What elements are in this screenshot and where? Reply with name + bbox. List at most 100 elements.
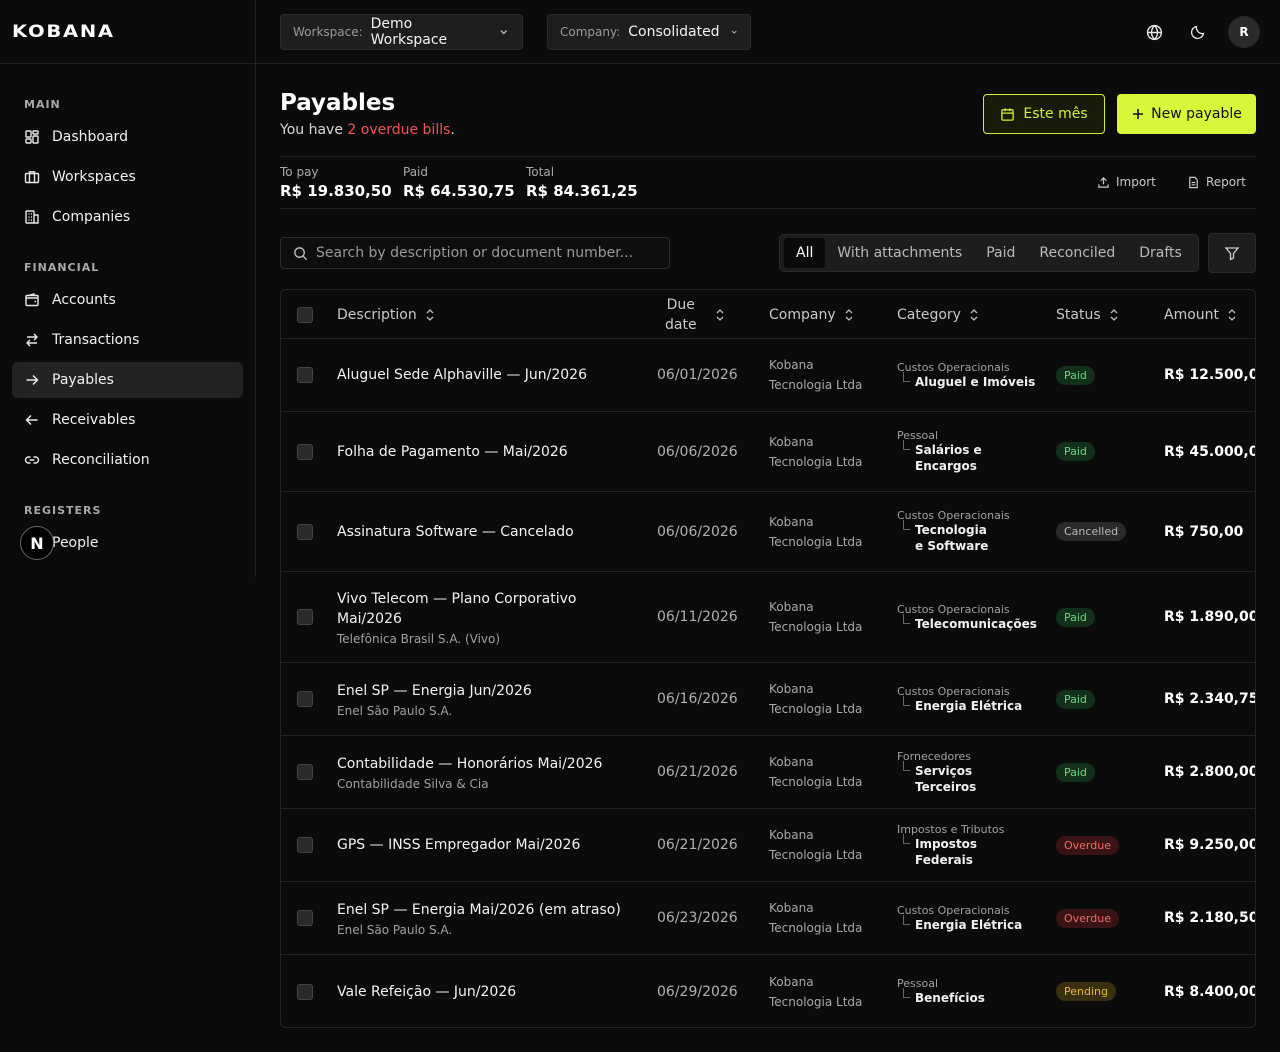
month-filter-button[interactable]: Este mês bbox=[983, 94, 1105, 134]
sidebar-item-reconciliation[interactable]: Reconciliation bbox=[12, 442, 243, 478]
sidebar-item-people[interactable]: People N bbox=[12, 525, 243, 561]
status-cell: Paid bbox=[1056, 663, 1095, 735]
row-checkbox[interactable] bbox=[297, 910, 313, 926]
table-row[interactable]: Enel SP — Energia Jun/2026 Enel São Paulo… bbox=[281, 663, 1255, 736]
new-payable-button[interactable]: New payable bbox=[1117, 94, 1256, 134]
row-supplier: Contabilidade Silva & Cia bbox=[337, 776, 489, 791]
header-label-stack: Due date bbox=[665, 295, 697, 335]
row-amount: R$ 2.180,50 bbox=[1164, 910, 1256, 926]
table-row[interactable]: Aluguel Sede Alphaville — Jun/2026 06/01… bbox=[281, 339, 1255, 412]
divider bbox=[280, 156, 1256, 157]
search-icon bbox=[294, 246, 308, 260]
sidebar-item-companies[interactable]: Companies bbox=[12, 199, 243, 235]
import-label: Import bbox=[1116, 175, 1156, 189]
status-badge: Paid bbox=[1056, 442, 1095, 461]
row-category-child: Aluguel e Imóveis bbox=[903, 371, 1035, 390]
row-checkbox[interactable] bbox=[297, 764, 313, 780]
category-cell: Pessoal Salários e Encargos bbox=[897, 412, 1037, 491]
workspace-select[interactable]: Workspace: Demo Workspace bbox=[280, 14, 523, 50]
import-button[interactable]: Import bbox=[1097, 175, 1156, 189]
workspace-select-label: Workspace: bbox=[293, 25, 363, 39]
tab-all[interactable]: All bbox=[784, 238, 826, 268]
sort-icon bbox=[1110, 308, 1118, 321]
sort-icon bbox=[845, 308, 853, 321]
table-row[interactable]: Contabilidade — Honorários Mai/2026 Conta… bbox=[281, 736, 1255, 809]
select-all-checkbox[interactable] bbox=[297, 306, 313, 323]
n-badge[interactable]: N bbox=[20, 526, 54, 560]
kobana-logo[interactable]: KOBANA bbox=[12, 22, 115, 42]
sidebar-item-accounts[interactable]: Accounts bbox=[12, 282, 243, 318]
table-row[interactable]: Vale Refeição — Jun/2026 06/29/2026 Koba… bbox=[281, 955, 1255, 1027]
company-select[interactable]: Company: Consolidated bbox=[547, 14, 751, 50]
header-status[interactable]: Status bbox=[1056, 290, 1119, 339]
description-cell: Vivo Telecom — Plano Corporativo Mai/202… bbox=[337, 572, 627, 662]
row-checkbox[interactable] bbox=[297, 837, 313, 853]
header-description[interactable]: Description bbox=[337, 290, 435, 339]
row-category-child: Energia Elétrica bbox=[903, 695, 1022, 714]
row-checkbox[interactable] bbox=[297, 983, 313, 1000]
sort-icon bbox=[1228, 308, 1236, 321]
row-company: Kobana Tecnologia Ltda bbox=[769, 514, 863, 549]
sidebar-item-transactions[interactable]: Transactions bbox=[12, 322, 243, 358]
filter-tabs: All With attachments Paid Reconciled Dra… bbox=[779, 234, 1199, 272]
sidebar-item-receivables[interactable]: Receivables bbox=[12, 402, 243, 438]
header-amount[interactable]: Amount bbox=[1164, 290, 1237, 339]
description-cell: Vale Refeição — Jun/2026 bbox=[337, 955, 627, 1027]
row-category-child: Telecomunicações bbox=[903, 613, 1037, 632]
category-cell: Custos Operacionais Energia Elétrica bbox=[897, 663, 1037, 735]
subtitle-suffix: . bbox=[450, 122, 455, 138]
status-cell: Overdue bbox=[1056, 809, 1119, 881]
row-category-child: Tecnologia e Software bbox=[903, 520, 998, 554]
page-subtitle: You have 2 overdue bills. bbox=[280, 122, 455, 138]
row-checkbox[interactable] bbox=[297, 691, 313, 707]
divider bbox=[280, 208, 1256, 209]
table-row[interactable]: Vivo Telecom — Plano Corporativo Mai/202… bbox=[281, 572, 1255, 663]
company-select-value: Consolidated bbox=[628, 24, 720, 40]
table-row[interactable]: Assinatura Software — Cancelado 06/06/20… bbox=[281, 492, 1255, 572]
header-due-date[interactable]: Due date bbox=[665, 290, 725, 339]
row-due-date: 06/01/2026 bbox=[657, 367, 738, 383]
description-cell: Aluguel Sede Alphaville — Jun/2026 bbox=[337, 339, 627, 411]
row-category-parent: Custos Operacionais bbox=[897, 360, 1010, 374]
header-company[interactable]: Company bbox=[769, 290, 854, 339]
theme-toggle-button[interactable] bbox=[1182, 16, 1214, 48]
sidebar-item-label: Accounts bbox=[52, 292, 116, 308]
category-cell: Custos Operacionais Telecomunicações bbox=[897, 572, 1037, 662]
tab-drafts[interactable]: Drafts bbox=[1127, 238, 1194, 268]
sidebar-item-label: Companies bbox=[52, 209, 131, 225]
avatar[interactable]: R bbox=[1228, 16, 1260, 48]
sort-icon bbox=[970, 308, 978, 321]
row-checkbox[interactable] bbox=[297, 609, 313, 625]
row-checkbox[interactable] bbox=[297, 523, 313, 540]
filter-button[interactable] bbox=[1208, 233, 1256, 273]
tab-with-attachments[interactable]: With attachments bbox=[825, 238, 974, 268]
row-checkbox-cell bbox=[297, 736, 313, 808]
report-button[interactable]: Report bbox=[1187, 175, 1246, 189]
section-title-main: MAIN bbox=[24, 98, 61, 111]
header-category[interactable]: Category bbox=[897, 290, 979, 339]
language-button[interactable] bbox=[1138, 16, 1170, 48]
description-cell: Assinatura Software — Cancelado bbox=[337, 492, 627, 571]
arrows-swap-icon bbox=[26, 333, 38, 347]
moon-icon bbox=[1190, 25, 1205, 40]
sidebar-item-dashboard[interactable]: Dashboard bbox=[12, 119, 243, 155]
sidebar-item-label: Dashboard bbox=[52, 129, 128, 145]
header-label: Status bbox=[1056, 306, 1101, 323]
filter-icon bbox=[1224, 247, 1240, 261]
tab-reconciled[interactable]: Reconciled bbox=[1027, 238, 1127, 268]
sidebar-item-payables[interactable]: Payables bbox=[12, 362, 243, 398]
table-row[interactable]: Enel SP — Energia Mai/2026 (em atraso) En… bbox=[281, 882, 1255, 955]
logo-area: KOBANA bbox=[0, 0, 255, 64]
table-row[interactable]: Folha de Pagamento — Mai/2026 06/06/2026… bbox=[281, 412, 1255, 492]
row-checkbox[interactable] bbox=[297, 443, 313, 460]
sidebar-item-workspaces[interactable]: Workspaces bbox=[12, 159, 243, 195]
row-company: Kobana Tecnologia Ltda bbox=[769, 974, 863, 1009]
row-description: Enel SP — Energia Mai/2026 (em atraso) bbox=[337, 901, 621, 918]
row-category-parent: Custos Operacionais bbox=[897, 509, 1010, 522]
status-cell: Paid bbox=[1056, 736, 1095, 808]
row-checkbox[interactable] bbox=[297, 367, 313, 383]
table-row[interactable]: GPS — INSS Empregador Mai/2026 06/21/202… bbox=[281, 809, 1255, 882]
tab-paid[interactable]: Paid bbox=[974, 238, 1027, 268]
search-input[interactable] bbox=[316, 245, 656, 261]
category-cell: Custos Operacionais Aluguel e Imóveis bbox=[897, 339, 1037, 411]
